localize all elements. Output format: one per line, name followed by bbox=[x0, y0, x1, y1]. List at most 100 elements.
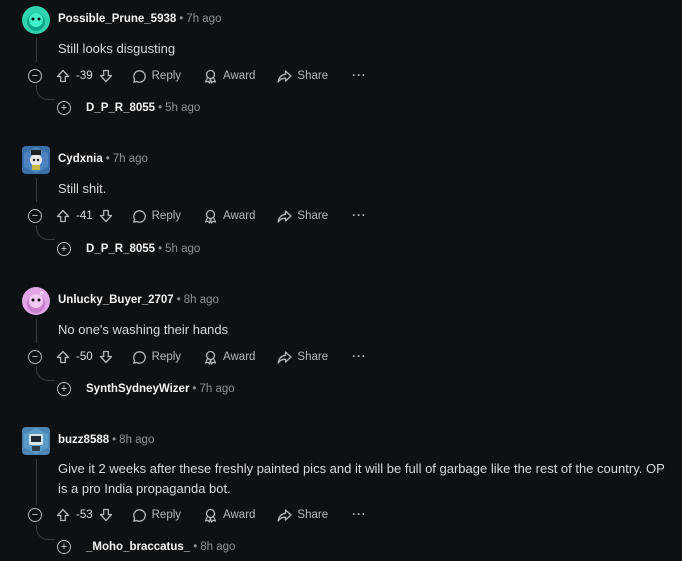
separator: • bbox=[158, 243, 163, 255]
reply-author-name[interactable]: SynthSydneyWizer bbox=[86, 383, 189, 395]
award-button[interactable]: Award bbox=[203, 350, 255, 365]
downvote-button[interactable] bbox=[99, 508, 113, 522]
share-button[interactable]: Share bbox=[277, 350, 328, 365]
author-name[interactable]: Unlucky_Buyer_2707 bbox=[58, 294, 174, 306]
reply-label: Reply bbox=[151, 351, 182, 363]
separator: • bbox=[105, 153, 110, 165]
downvote-button[interactable] bbox=[99, 209, 113, 223]
award-icon bbox=[204, 209, 217, 224]
vote-score: -41 bbox=[76, 210, 93, 222]
award-icon bbox=[204, 508, 217, 523]
downvote-icon bbox=[99, 209, 112, 223]
collapsed-reply: + D_P_R_8055 • 5h ago bbox=[57, 100, 200, 116]
more-options-button[interactable]: ··· bbox=[352, 70, 367, 82]
thread-line bbox=[36, 366, 55, 381]
expand-replies-button[interactable]: + bbox=[57, 382, 71, 396]
collapsed-reply: + _Moho_braccatus_ • 8h ago bbox=[57, 539, 235, 555]
more-options-button[interactable]: ··· bbox=[352, 210, 367, 222]
collapse-button[interactable]: − bbox=[28, 209, 42, 223]
reply-label: Reply bbox=[151, 70, 182, 82]
more-options-icon: ··· bbox=[352, 210, 367, 222]
reply-timestamp[interactable]: 5h ago bbox=[165, 243, 200, 255]
timestamp[interactable]: 8h ago bbox=[184, 294, 219, 306]
collapse-button[interactable]: − bbox=[28, 508, 42, 522]
thread-line[interactable] bbox=[36, 178, 37, 202]
avatar[interactable] bbox=[22, 427, 50, 455]
upvote-button[interactable] bbox=[56, 209, 70, 223]
award-button[interactable]: Award bbox=[203, 508, 255, 523]
share-label: Share bbox=[297, 210, 329, 222]
collapse-button[interactable]: − bbox=[28, 69, 42, 83]
downvote-button[interactable] bbox=[99, 69, 113, 83]
reply-timestamp[interactable]: 7h ago bbox=[199, 383, 234, 395]
comment-body: Give it 2 weeks after these freshly pain… bbox=[58, 461, 665, 496]
comment-bubble-icon bbox=[132, 508, 146, 522]
author-name[interactable]: buzz8588 bbox=[58, 434, 109, 446]
share-button[interactable]: Share bbox=[277, 209, 328, 224]
share-label: Share bbox=[297, 509, 329, 521]
share-icon bbox=[277, 508, 293, 522]
upvote-icon bbox=[56, 508, 70, 522]
upvote-button[interactable] bbox=[56, 69, 70, 83]
avatar[interactable] bbox=[22, 287, 50, 315]
award-icon bbox=[204, 350, 217, 365]
comment-bubble-icon bbox=[132, 209, 146, 223]
collapse-button[interactable]: − bbox=[28, 350, 42, 364]
downvote-button[interactable] bbox=[99, 350, 113, 364]
downvote-icon bbox=[99, 350, 112, 364]
upvote-button[interactable] bbox=[56, 508, 70, 522]
separator: • bbox=[176, 294, 181, 306]
award-button[interactable]: Award bbox=[203, 69, 255, 84]
comment-actions: − -53 Reply Award Share ··· bbox=[28, 505, 367, 525]
award-label: Award bbox=[223, 210, 256, 222]
reply-author-name[interactable]: _Moho_braccatus_ bbox=[86, 541, 190, 553]
thread-line[interactable] bbox=[36, 38, 37, 62]
vote-score: -39 bbox=[76, 70, 93, 82]
downvote-icon bbox=[99, 508, 112, 522]
comment-body: Still looks disgusting bbox=[58, 41, 176, 56]
award-button[interactable]: Award bbox=[203, 209, 255, 224]
collapsed-reply: + D_P_R_8055 • 5h ago bbox=[57, 241, 200, 257]
comment-meta: Cydxnia • 7h ago bbox=[58, 153, 148, 165]
vote-score: -50 bbox=[76, 351, 93, 363]
more-options-button[interactable]: ··· bbox=[352, 351, 367, 363]
expand-replies-button[interactable]: + bbox=[57, 101, 71, 115]
award-label: Award bbox=[223, 509, 256, 521]
expand-replies-button[interactable]: + bbox=[57, 242, 71, 256]
reply-timestamp[interactable]: 8h ago bbox=[200, 541, 235, 553]
expand-replies-button[interactable]: + bbox=[57, 540, 71, 554]
more-options-button[interactable]: ··· bbox=[352, 509, 367, 521]
author-name[interactable]: Possible_Prune_5938 bbox=[58, 13, 176, 25]
reply-timestamp[interactable]: 5h ago bbox=[165, 102, 200, 114]
comment-bubble-icon bbox=[132, 350, 146, 364]
avatar[interactable] bbox=[22, 6, 50, 34]
share-button[interactable]: Share bbox=[277, 508, 328, 523]
share-label: Share bbox=[297, 351, 329, 363]
upvote-icon bbox=[56, 209, 70, 223]
separator: • bbox=[112, 434, 117, 446]
more-options-icon: ··· bbox=[352, 509, 367, 521]
timestamp[interactable]: 7h ago bbox=[186, 13, 221, 25]
reply-button[interactable]: Reply bbox=[132, 350, 181, 365]
collapsed-reply: + SynthSydneyWizer • 7h ago bbox=[57, 381, 235, 397]
avatar[interactable] bbox=[22, 146, 50, 174]
separator: • bbox=[193, 541, 198, 553]
timestamp[interactable]: 8h ago bbox=[119, 434, 154, 446]
reply-author-name[interactable]: D_P_R_8055 bbox=[86, 243, 155, 255]
comment-meta: Unlucky_Buyer_2707 • 8h ago bbox=[58, 294, 219, 306]
timestamp[interactable]: 7h ago bbox=[113, 153, 148, 165]
thread-line bbox=[36, 225, 55, 240]
thread-line[interactable] bbox=[36, 459, 37, 505]
upvote-button[interactable] bbox=[56, 350, 70, 364]
thread-line bbox=[36, 85, 55, 100]
comment-meta: buzz8588 • 8h ago bbox=[58, 434, 154, 446]
share-button[interactable]: Share bbox=[277, 69, 328, 84]
author-name[interactable]: Cydxnia bbox=[58, 153, 103, 165]
reply-button[interactable]: Reply bbox=[132, 69, 181, 84]
reply-author-name[interactable]: D_P_R_8055 bbox=[86, 102, 155, 114]
share-label: Share bbox=[297, 70, 329, 82]
more-options-icon: ··· bbox=[352, 351, 367, 363]
thread-line[interactable] bbox=[36, 319, 37, 343]
reply-button[interactable]: Reply bbox=[132, 209, 181, 224]
reply-button[interactable]: Reply bbox=[132, 508, 181, 523]
